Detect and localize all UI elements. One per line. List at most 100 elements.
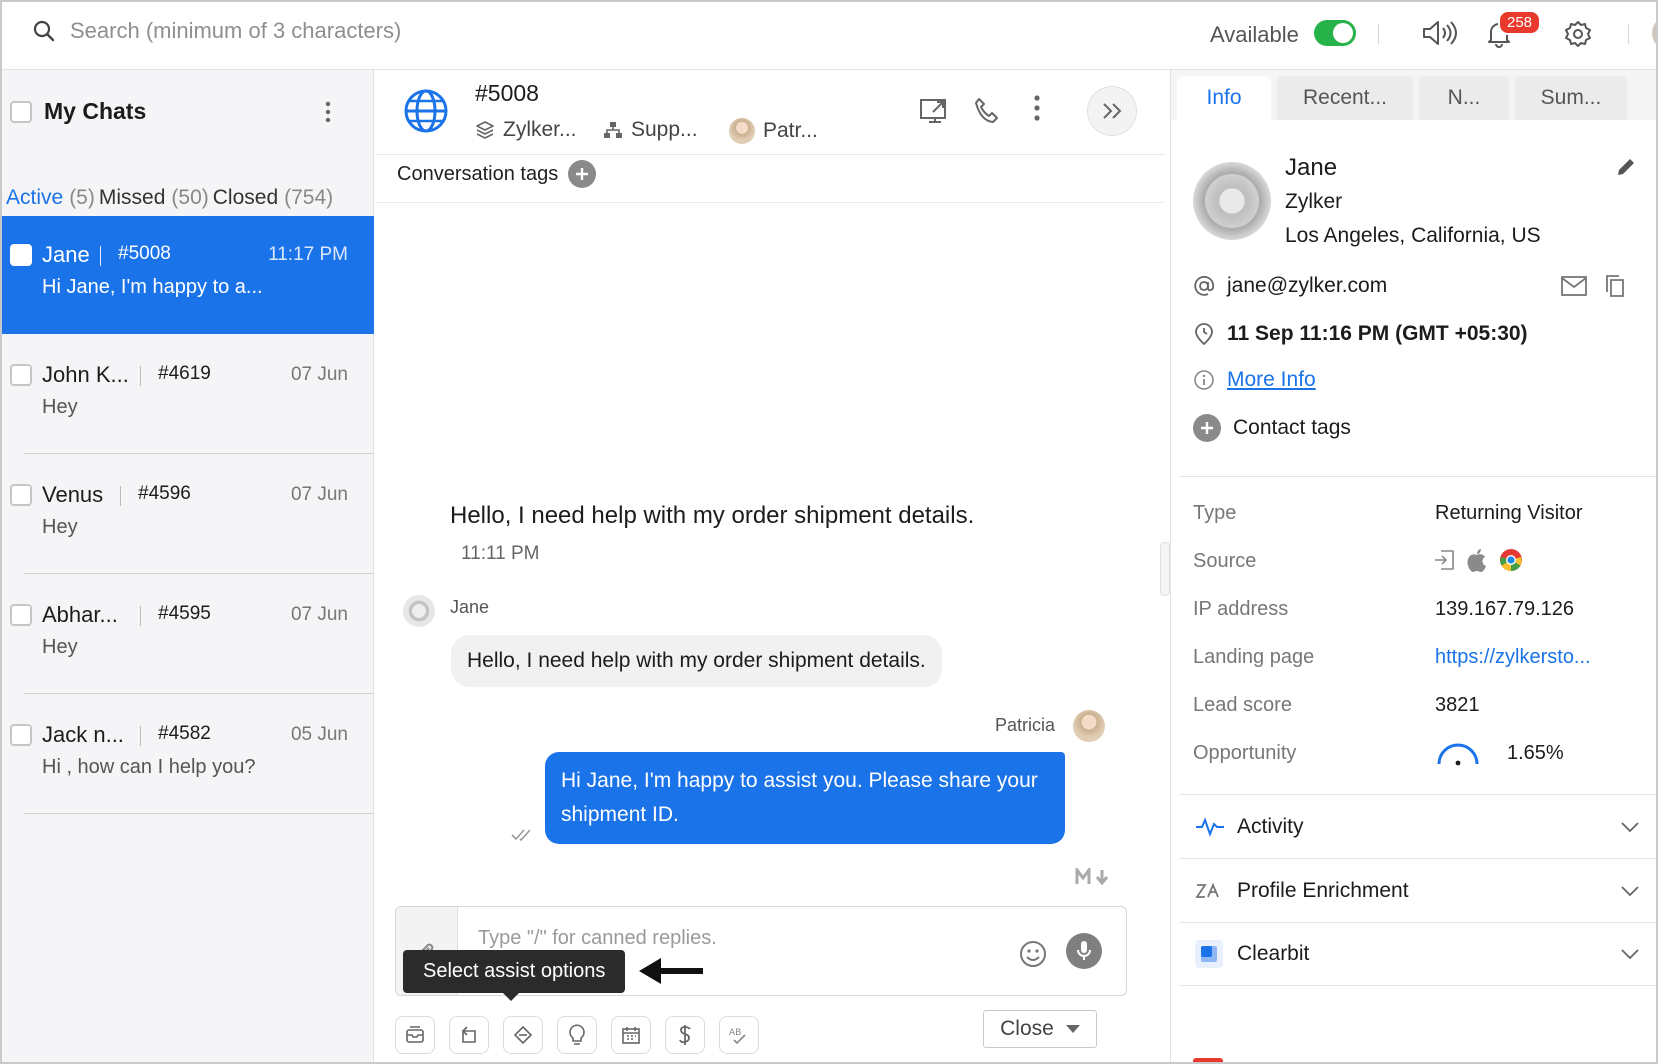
chat-checkbox[interactable] xyxy=(10,484,32,506)
accordion-clearbit[interactable]: Clearbit xyxy=(1179,922,1656,986)
conversation-header: #5008 Zylker... Supp... Patr... xyxy=(375,70,1165,155)
question-time: 11:11 PM xyxy=(461,543,540,564)
chat-id: #4619 xyxy=(158,363,211,384)
contact-tags-label: Contact tags xyxy=(1233,416,1351,439)
double-chevron-right-icon xyxy=(1101,102,1123,120)
composer-toolbar: AB xyxy=(395,1016,759,1054)
chat-checkbox[interactable] xyxy=(10,724,32,746)
tab-notes[interactable]: N... xyxy=(1419,76,1509,120)
opportunity-value: 1.65% xyxy=(1507,742,1564,764)
chat-checkbox[interactable] xyxy=(10,604,32,626)
chat-visitor-name: Jane xyxy=(42,242,90,267)
chat-list-item[interactable]: Jack n... #4582 05 Jun Hi , how can I he… xyxy=(2,696,374,814)
screen-share-icon[interactable] xyxy=(919,96,951,126)
emoji-icon[interactable] xyxy=(1018,939,1048,969)
department-meta[interactable]: Supp... xyxy=(603,118,698,142)
chat-list-item[interactable]: Jane #5008 11:17 PM Hi Jane, I'm happy t… xyxy=(2,216,374,334)
calendar-tool-button[interactable] xyxy=(611,1016,651,1054)
copy-icon[interactable] xyxy=(1605,274,1625,298)
divider xyxy=(140,606,141,626)
chat-preview: Hey xyxy=(42,396,78,418)
opportunity-gauge-icon xyxy=(1435,740,1481,766)
divider xyxy=(1179,476,1656,477)
tab-closed[interactable]: Closed (754) xyxy=(209,186,333,210)
chat-time: 07 Jun xyxy=(290,604,348,625)
divider xyxy=(120,486,121,506)
chat-preview: Hey xyxy=(42,516,78,538)
sound-icon[interactable] xyxy=(1420,18,1458,48)
chat-time: 07 Jun xyxy=(290,364,348,385)
divider xyxy=(1628,24,1629,44)
calendar-icon xyxy=(621,1025,641,1045)
brand-meta[interactable]: Zylker... xyxy=(475,118,577,142)
divider xyxy=(100,246,101,266)
chat-checkbox[interactable] xyxy=(10,244,32,266)
tab-summary[interactable]: Sum... xyxy=(1515,76,1627,120)
property-label: Source xyxy=(1193,550,1257,572)
chat-time: 11:17 PM xyxy=(268,244,348,265)
info-icon xyxy=(1193,369,1215,391)
property-label: Lead score xyxy=(1193,694,1292,716)
top-bar: Available 258 xyxy=(2,2,1656,70)
visitor-email: jane@zylker.com xyxy=(1227,274,1388,297)
source-icons xyxy=(1433,548,1523,572)
visitor-info-panel: Info Recent... N... Sum... Jane Zylker L… xyxy=(1170,70,1656,1062)
assist-icon xyxy=(512,1025,534,1045)
more-info-link[interactable]: More Info xyxy=(1227,368,1316,392)
apple-icon xyxy=(1467,548,1487,572)
tab-info[interactable]: Info xyxy=(1177,76,1271,120)
operator-name: Patr... xyxy=(763,119,818,142)
contact-tags-row: Contact tags xyxy=(1193,414,1351,442)
phone-icon[interactable] xyxy=(973,96,999,124)
visitor-avatar xyxy=(403,595,435,627)
collapse-panel-button[interactable] xyxy=(1087,86,1137,136)
inbox-tool-button[interactable] xyxy=(395,1016,435,1054)
pencil-icon[interactable] xyxy=(1615,156,1637,178)
tab-label: Missed xyxy=(98,185,166,209)
suggestions-tool-button[interactable] xyxy=(557,1016,597,1054)
chat-checkbox[interactable] xyxy=(10,364,32,386)
user-avatar[interactable] xyxy=(1652,16,1656,50)
tab-recent[interactable]: Recent... xyxy=(1277,76,1413,120)
chat-list-item[interactable]: Venus #4596 07 Jun Hey xyxy=(2,456,374,574)
add-tag-button[interactable] xyxy=(568,160,597,188)
tab-missed[interactable]: Missed (50) xyxy=(95,186,209,210)
more-options-icon[interactable] xyxy=(1033,94,1041,122)
landing-page-link[interactable]: https://zylkersto... xyxy=(1435,646,1591,669)
accordion-label: Profile Enrichment xyxy=(1237,878,1409,902)
chat-id: #5008 xyxy=(118,243,171,264)
payment-tool-button[interactable] xyxy=(665,1016,705,1054)
divider xyxy=(140,366,141,386)
accordion-activity[interactable]: Activity xyxy=(1179,794,1656,858)
chat-visitor-name: Abhar... xyxy=(42,602,118,627)
operator-meta[interactable]: Patr... xyxy=(729,118,818,144)
chat-id: #4595 xyxy=(158,603,211,624)
panel-resize-handle[interactable] xyxy=(1160,542,1170,596)
spellcheck-tool-button[interactable]: AB xyxy=(719,1016,759,1054)
gear-icon[interactable] xyxy=(1564,20,1592,48)
more-options-icon[interactable] xyxy=(324,100,332,124)
assist-options-button[interactable] xyxy=(503,1016,543,1054)
chat-list-item[interactable]: John K... #4619 07 Jun Hey xyxy=(2,336,374,454)
visitor-message-bubble: Hello, I need help with my order shipmen… xyxy=(451,635,942,687)
message-input[interactable] xyxy=(478,927,958,950)
chat-preview: Hi Jane, I'm happy to a... xyxy=(42,276,263,298)
transfer-tool-button[interactable] xyxy=(449,1016,489,1054)
search-input[interactable] xyxy=(70,18,630,44)
visitor-local-time: 11 Sep 11:16 PM (GMT +05:30) xyxy=(1227,322,1528,345)
accordion-profile-enrichment[interactable]: Profile Enrichment xyxy=(1179,858,1656,922)
close-chat-button[interactable]: Close xyxy=(983,1010,1097,1048)
dollar-icon xyxy=(678,1024,692,1046)
globe-icon xyxy=(403,88,449,134)
markdown-icon[interactable] xyxy=(1075,868,1111,886)
voice-record-button[interactable] xyxy=(1066,933,1102,969)
add-contact-tag-button[interactable] xyxy=(1193,414,1221,442)
clearbit-logo-icon xyxy=(1195,940,1223,968)
layers-icon xyxy=(475,120,495,140)
select-all-checkbox[interactable] xyxy=(10,100,32,123)
chat-list-item[interactable]: Abhar... #4595 07 Jun Hey xyxy=(2,576,374,694)
tab-active[interactable]: Active (5) xyxy=(2,186,106,227)
availability-toggle[interactable] xyxy=(1314,20,1356,46)
divider xyxy=(24,573,374,574)
mail-icon[interactable] xyxy=(1561,276,1587,296)
